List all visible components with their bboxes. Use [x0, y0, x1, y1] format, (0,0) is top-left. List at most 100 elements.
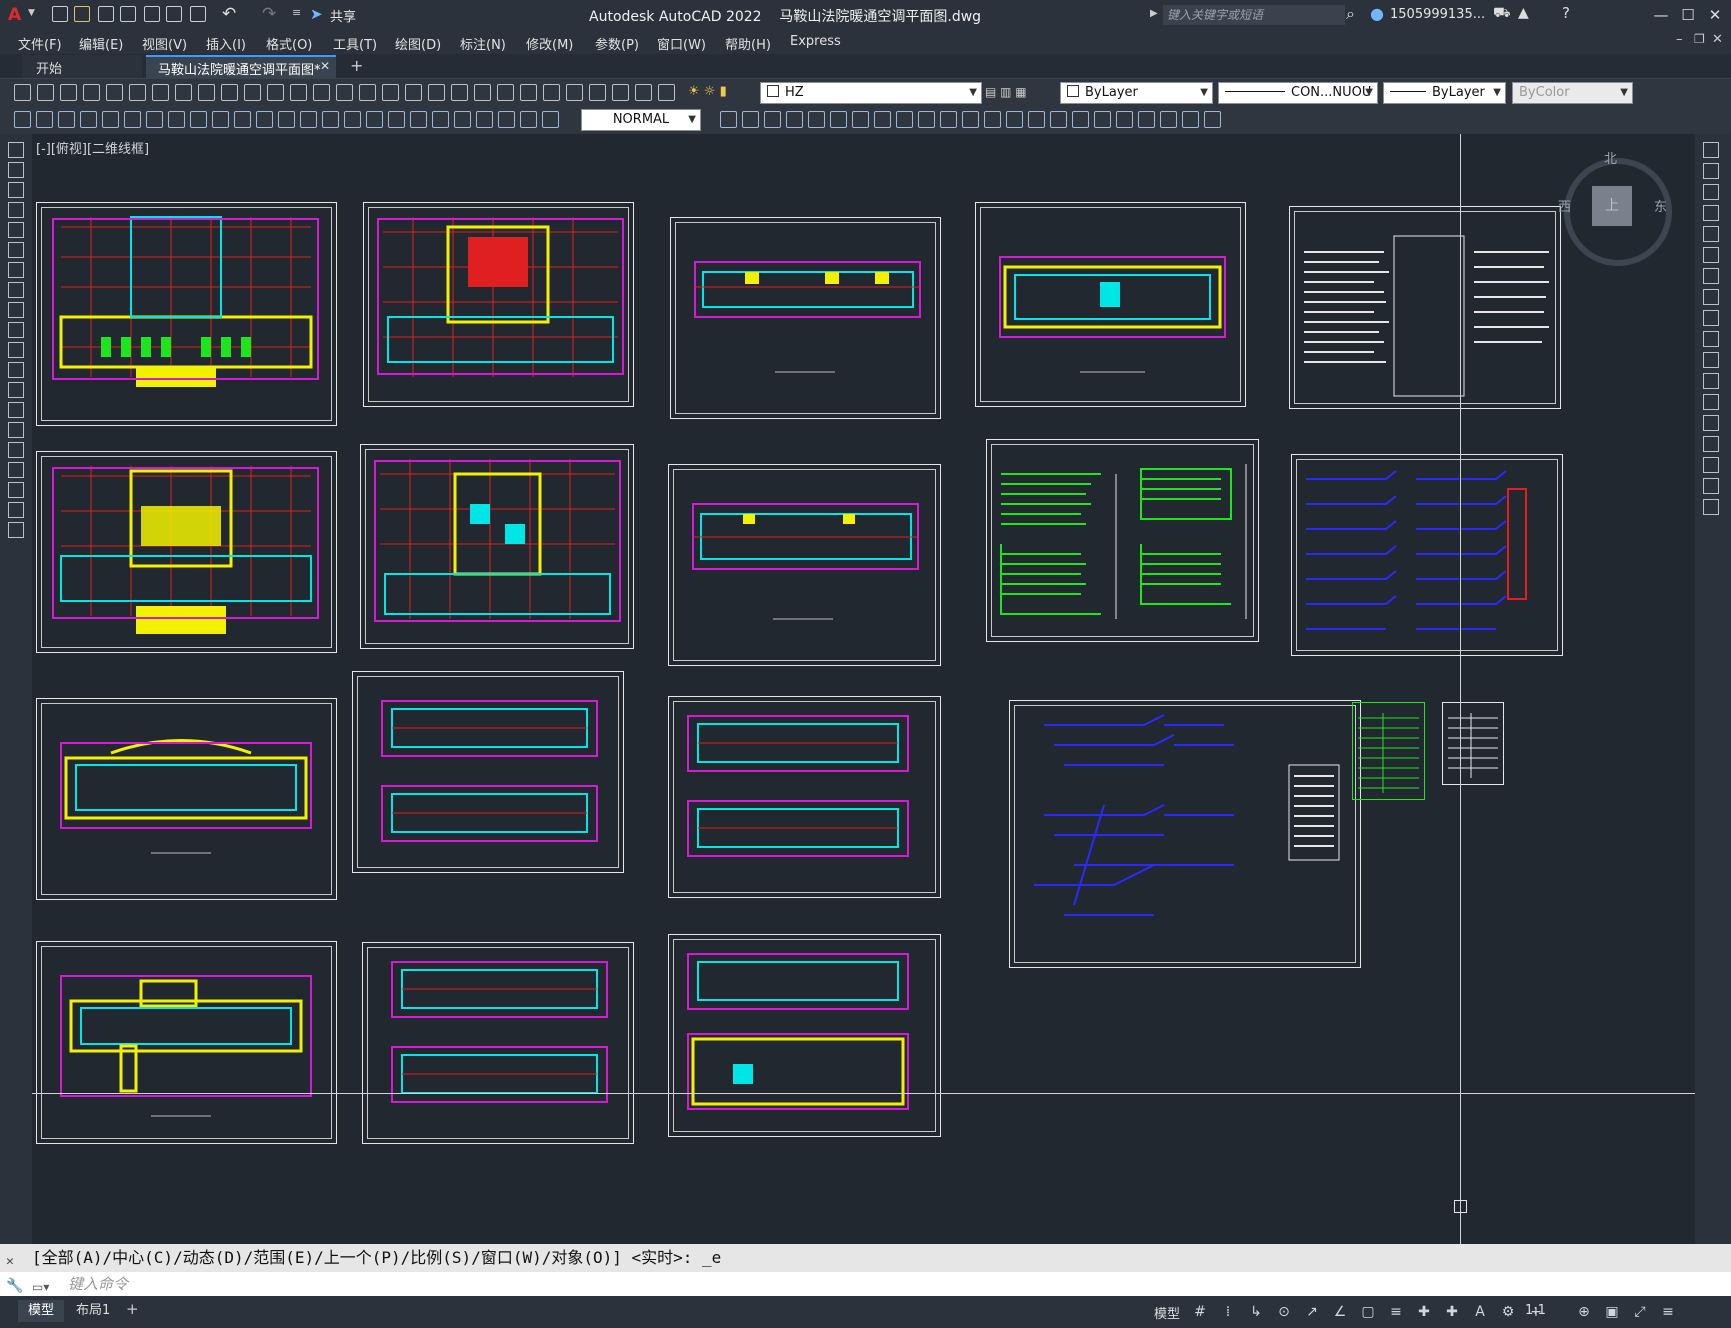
- toolbar-tool-icon[interactable]: [267, 84, 284, 101]
- drawing-sheet[interactable]: [1289, 206, 1561, 409]
- toolbar-tool-icon[interactable]: [830, 111, 847, 128]
- toolbar-tool-icon[interactable]: [405, 84, 422, 101]
- sidebar-tool-icon[interactable]: [1703, 394, 1719, 410]
- legend-table[interactable]: [1442, 702, 1504, 785]
- status-toggle-icon[interactable]: ⁞: [1218, 1302, 1238, 1322]
- drawing-sheet[interactable]: [1009, 700, 1361, 968]
- sidebar-tool-icon[interactable]: [1703, 352, 1719, 368]
- toolbar-tool-icon[interactable]: [190, 111, 207, 128]
- customize-qat-icon[interactable]: ≡: [292, 6, 301, 19]
- toolbar-tool-icon[interactable]: [808, 111, 825, 128]
- lineweight-dropdown[interactable]: ByLayer ▼: [1383, 82, 1506, 104]
- toolbar-tool-icon[interactable]: [1072, 111, 1089, 128]
- toolbar-tool-icon[interactable]: [1138, 111, 1155, 128]
- toolbar-tool-icon[interactable]: [542, 111, 559, 128]
- sidebar-tool-icon[interactable]: [1703, 205, 1719, 221]
- drawing-canvas[interactable]: [-][俯视][二维线框] 上 北 西 东: [32, 134, 1695, 1244]
- sidebar-tool-icon[interactable]: [8, 422, 24, 438]
- menu-draw[interactable]: 绘图(D): [395, 34, 441, 53]
- toolbar-tool-icon[interactable]: [80, 111, 97, 128]
- user-account[interactable]: 1505999135...: [1390, 7, 1485, 22]
- menu-insert[interactable]: 插入(I): [206, 34, 246, 53]
- sidebar-tool-icon[interactable]: [8, 242, 24, 258]
- toolbar-tool-icon[interactable]: [566, 84, 583, 101]
- autocad-logo-icon[interactable]: A: [8, 5, 21, 25]
- drawing-sheet[interactable]: [36, 451, 337, 653]
- sidebar-tool-icon[interactable]: [8, 482, 24, 498]
- status-toggle-icon[interactable]: A: [1470, 1302, 1490, 1322]
- toolbar-tool-icon[interactable]: [256, 111, 273, 128]
- sidebar-tool-icon[interactable]: [8, 342, 24, 358]
- sidebar-tool-icon[interactable]: [8, 282, 24, 298]
- sidebar-tool-icon[interactable]: [1703, 226, 1719, 242]
- toolbar-tool-icon[interactable]: [14, 111, 31, 128]
- doc-restore-icon[interactable]: ❐: [1694, 32, 1705, 46]
- toolbar-tool-icon[interactable]: [300, 111, 317, 128]
- toolbar-tool-icon[interactable]: [454, 111, 471, 128]
- sidebar-tool-icon[interactable]: [1703, 310, 1719, 326]
- toolbar-tool-icon[interactable]: [658, 84, 675, 101]
- layer-state-icons[interactable]: ☀ ☼ ▮: [688, 84, 727, 99]
- toolbar-tool-icon[interactable]: [410, 111, 427, 128]
- sidebar-tool-icon[interactable]: [1703, 268, 1719, 284]
- close-icon[interactable]: ✕: [1704, 4, 1726, 26]
- share-icon[interactable]: ➤: [310, 5, 323, 23]
- user-icon[interactable]: ●: [1370, 4, 1384, 23]
- sidebar-tool-icon[interactable]: [8, 442, 24, 458]
- command-line[interactable]: 🔧 ▭▾ 键入命令: [0, 1272, 1731, 1296]
- sidebar-tool-icon[interactable]: [8, 522, 24, 538]
- share-button[interactable]: 共享: [330, 6, 356, 25]
- toolbar-tool-icon[interactable]: [612, 84, 629, 101]
- sidebar-tool-icon[interactable]: [1703, 457, 1719, 473]
- viewcube-west[interactable]: 西: [1558, 196, 1571, 215]
- sidebar-tool-icon[interactable]: [1703, 499, 1719, 515]
- toolbar-tool-icon[interactable]: [1006, 111, 1023, 128]
- drawing-sheet[interactable]: [352, 671, 624, 873]
- sidebar-tool-icon[interactable]: [8, 302, 24, 318]
- toolbar-tool-icon[interactable]: [146, 111, 163, 128]
- toolbar-tool-icon[interactable]: [152, 84, 169, 101]
- toolbar-tool-icon[interactable]: [14, 84, 31, 101]
- save-web-icon[interactable]: [166, 6, 182, 22]
- sidebar-tool-icon[interactable]: [1703, 436, 1719, 452]
- toolbar-tool-icon[interactable]: [1116, 111, 1133, 128]
- toolbar-tool-icon[interactable]: [58, 111, 75, 128]
- drawing-sheet[interactable]: [36, 698, 337, 900]
- toolbar-tool-icon[interactable]: [366, 111, 383, 128]
- toolbar-tool-icon[interactable]: [474, 84, 491, 101]
- drawing-sheet[interactable]: [1291, 454, 1563, 656]
- sidebar-tool-icon[interactable]: [8, 202, 24, 218]
- linetype-dropdown[interactable]: CON...NUOU ▼: [1218, 82, 1378, 104]
- search-input[interactable]: 键入关键字或短语: [1163, 5, 1345, 25]
- sidebar-tool-icon[interactable]: [8, 262, 24, 278]
- toolbar-tool-icon[interactable]: [1050, 111, 1067, 128]
- model-space-button[interactable]: 模型: [1154, 1303, 1180, 1322]
- toolbar-tool-icon[interactable]: [1160, 111, 1177, 128]
- viewcube[interactable]: 上 北 西 东: [1554, 148, 1674, 268]
- toolbar-tool-icon[interactable]: [382, 84, 399, 101]
- doc-minimize-icon[interactable]: –: [1676, 32, 1683, 47]
- toolbar-tool-icon[interactable]: [543, 84, 560, 101]
- plot-icon[interactable]: [190, 6, 206, 22]
- toolbar-tool-icon[interactable]: [175, 84, 192, 101]
- toolbar-tool-icon[interactable]: [940, 111, 957, 128]
- menu-window[interactable]: 窗口(W): [657, 34, 706, 53]
- sidebar-tool-icon[interactable]: [8, 142, 24, 158]
- toolbar-tool-icon[interactable]: [106, 84, 123, 101]
- sidebar-tool-icon[interactable]: [8, 382, 24, 398]
- drawing-sheet[interactable]: [668, 696, 941, 898]
- drawing-sheet[interactable]: [975, 202, 1246, 407]
- toolbar-tool-icon[interactable]: [786, 111, 803, 128]
- status-toggle-icon[interactable]: ⚙: [1498, 1302, 1518, 1322]
- toolbar-tool-icon[interactable]: [476, 111, 493, 128]
- toolbar-tool-icon[interactable]: [497, 84, 514, 101]
- sidebar-tool-icon[interactable]: [1703, 373, 1719, 389]
- save-as-icon[interactable]: [120, 6, 136, 22]
- drawing-sheet[interactable]: [668, 464, 941, 666]
- toolbar-tool-icon[interactable]: [198, 84, 215, 101]
- sidebar-tool-icon[interactable]: [1703, 163, 1719, 179]
- annotation-scale[interactable]: 1:1: [1525, 1303, 1546, 1318]
- dimstyle-dropdown[interactable]: NORMAL ▼: [581, 109, 701, 131]
- sidebar-tool-icon[interactable]: [1703, 142, 1719, 158]
- toolbar-tool-icon[interactable]: [102, 111, 119, 128]
